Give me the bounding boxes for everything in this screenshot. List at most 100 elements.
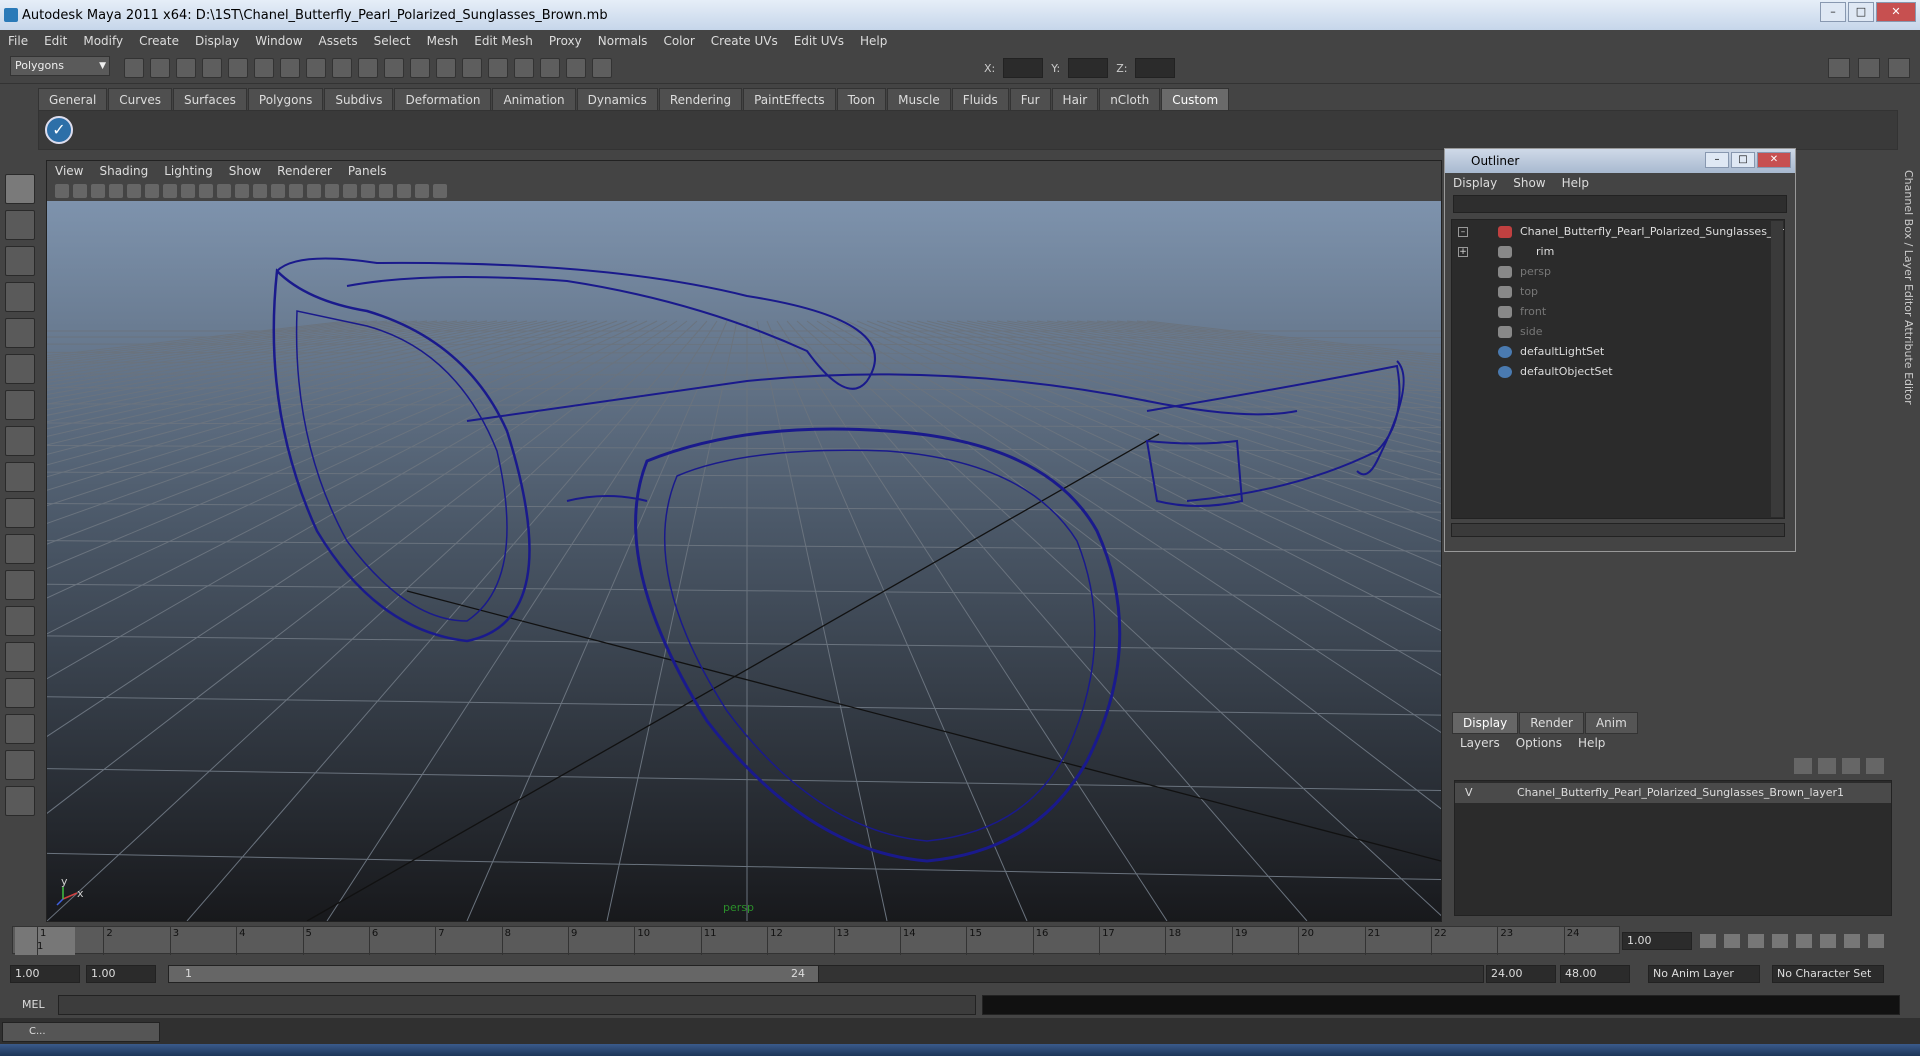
safe-title-icon[interactable] [235, 184, 249, 198]
bookmark-icon[interactable] [91, 184, 105, 198]
menu-normals[interactable]: Normals [590, 34, 656, 48]
menu-color[interactable]: Color [655, 34, 702, 48]
move-tool-icon[interactable] [5, 282, 35, 312]
anim-layer-dropdown[interactable]: No Anim Layer [1648, 965, 1760, 983]
channel-box-toggle-icon[interactable] [1888, 58, 1910, 78]
xray-icon[interactable] [397, 184, 411, 198]
single-perspective-layout-icon[interactable] [5, 534, 35, 564]
x-field[interactable] [1003, 58, 1044, 78]
panel-menu-view[interactable]: View [47, 164, 91, 178]
step-back-key-icon[interactable] [1748, 934, 1764, 948]
safe-action-icon[interactable] [217, 184, 231, 198]
list-item[interactable]: top [1452, 282, 1784, 302]
snap-curve-icon[interactable] [306, 58, 326, 78]
go-to-start-icon[interactable] [1700, 934, 1716, 948]
character-set-dropdown[interactable]: No Character Set [1772, 965, 1884, 983]
list-item[interactable]: side [1452, 322, 1784, 342]
tab-surfaces[interactable]: Surfaces [172, 88, 247, 110]
command-input[interactable] [58, 995, 976, 1015]
save-scene-icon[interactable] [176, 58, 196, 78]
lasso-tool-icon[interactable] [5, 210, 35, 240]
film-gate-icon[interactable] [145, 184, 159, 198]
tab-muscle[interactable]: Muscle [887, 88, 951, 110]
render-current-icon[interactable] [488, 58, 508, 78]
current-frame-field[interactable]: 1.00 [1622, 932, 1692, 950]
menu-proxy[interactable]: Proxy [541, 34, 590, 48]
graph-editor-layout-icon[interactable] [5, 750, 35, 780]
select-object-icon[interactable] [228, 58, 248, 78]
list-item[interactable]: + rim [1452, 242, 1784, 262]
outliner-horizontal-scrollbar[interactable] [1451, 523, 1785, 537]
minimize-button[interactable]: – [1820, 2, 1846, 22]
play-backwards-icon[interactable] [1772, 934, 1788, 948]
menu-edit-mesh[interactable]: Edit Mesh [466, 34, 541, 48]
playback-start-field[interactable]: 1.00 [86, 965, 156, 983]
layer-tab-render[interactable]: Render [1519, 712, 1584, 734]
menu-edit-uvs[interactable]: Edit UVs [786, 34, 852, 48]
high-quality-icon[interactable] [361, 184, 375, 198]
menu-display[interactable]: Display [187, 34, 247, 48]
backface-culling-icon[interactable] [433, 184, 447, 198]
tab-toon[interactable]: Toon [836, 88, 887, 110]
soft-modification-tool-icon[interactable] [5, 426, 35, 456]
resolution-gate-icon[interactable] [163, 184, 177, 198]
attribute-editor-toggle-icon[interactable] [1828, 58, 1850, 78]
menu-create-uvs[interactable]: Create UVs [703, 34, 786, 48]
playback-end-field[interactable]: 24.00 [1486, 965, 1556, 983]
list-item[interactable]: defaultLightSet [1452, 342, 1784, 362]
menu-create[interactable]: Create [131, 34, 187, 48]
open-scene-icon[interactable] [150, 58, 170, 78]
tab-subdivs[interactable]: Subdivs [324, 88, 394, 110]
layer-tab-display[interactable]: Display [1452, 712, 1519, 734]
shadows-icon[interactable] [343, 184, 357, 198]
persp-outliner-layout-icon[interactable] [5, 606, 35, 636]
y-field[interactable] [1068, 58, 1109, 78]
snap-view-plane-icon[interactable] [358, 58, 378, 78]
gate-mask-icon[interactable] [181, 184, 195, 198]
go-to-end-icon[interactable] [1868, 934, 1884, 948]
ipr-render-icon[interactable] [514, 58, 534, 78]
time-slider[interactable]: 1 1 2 3 4 5 6 7 8 9 10 11 12 13 14 15 16 17 18 19 20 21 22 23 2… [12, 926, 1620, 955]
snap-grid-icon[interactable] [280, 58, 300, 78]
tab-hair[interactable]: Hair [1051, 88, 1099, 110]
menu-edit[interactable]: Edit [36, 34, 75, 48]
help-icon[interactable] [436, 58, 456, 78]
make-live-icon[interactable] [384, 58, 404, 78]
last-tool-icon[interactable] [5, 498, 35, 528]
layer-row[interactable]: V Chanel_Butterfly_Pearl_Polarized_Sungl… [1455, 783, 1891, 803]
menu-assets[interactable]: Assets [311, 34, 366, 48]
outliner-menu-show[interactable]: Show [1505, 176, 1553, 190]
panel-menu-panels[interactable]: Panels [340, 164, 395, 178]
checkmark-icon[interactable]: ✓ [45, 116, 73, 144]
persp-hypershade-layout-icon[interactable] [5, 678, 35, 708]
layout-options-icon[interactable] [5, 786, 35, 816]
menu-file[interactable]: File [0, 34, 36, 48]
new-layer-icon[interactable] [1842, 758, 1860, 774]
outliner-layout-icon[interactable] [5, 714, 35, 744]
end-time-field[interactable]: 48.00 [1560, 965, 1630, 983]
tab-general[interactable]: General [38, 88, 108, 110]
scale-tool-icon[interactable] [5, 354, 35, 384]
field-chart-icon[interactable] [199, 184, 213, 198]
move-layer-up-icon[interactable] [1794, 758, 1812, 774]
list-item[interactable]: front [1452, 302, 1784, 322]
tab-fur[interactable]: Fur [1009, 88, 1051, 110]
menu-window[interactable]: Window [247, 34, 310, 48]
outliner-minimize-button[interactable]: – [1705, 152, 1729, 168]
tab-ncloth[interactable]: nCloth [1099, 88, 1161, 110]
tab-curves[interactable]: Curves [108, 88, 172, 110]
list-item[interactable]: defaultObjectSet [1452, 362, 1784, 382]
step-forward-key-icon[interactable] [1820, 934, 1836, 948]
range-slider[interactable]: 1 24 [168, 965, 1484, 983]
outliner-menu-help[interactable]: Help [1554, 176, 1597, 190]
move-layer-down-icon[interactable] [1818, 758, 1836, 774]
menu-select[interactable]: Select [366, 34, 419, 48]
new-layer-from-selected-icon[interactable] [1866, 758, 1884, 774]
layer-visibility-toggle[interactable]: V [1465, 783, 1473, 803]
camera-select-icon[interactable] [55, 184, 69, 198]
image-plane-icon[interactable] [109, 184, 123, 198]
select-tool-icon[interactable] [5, 174, 35, 204]
perspective-viewport[interactable]: View Shading Lighting Show Renderer Pane… [46, 160, 1442, 922]
tab-painteffects[interactable]: PaintEffects [743, 88, 836, 110]
attribute-editor-tab[interactable]: Attribute Editor [1902, 320, 1915, 405]
